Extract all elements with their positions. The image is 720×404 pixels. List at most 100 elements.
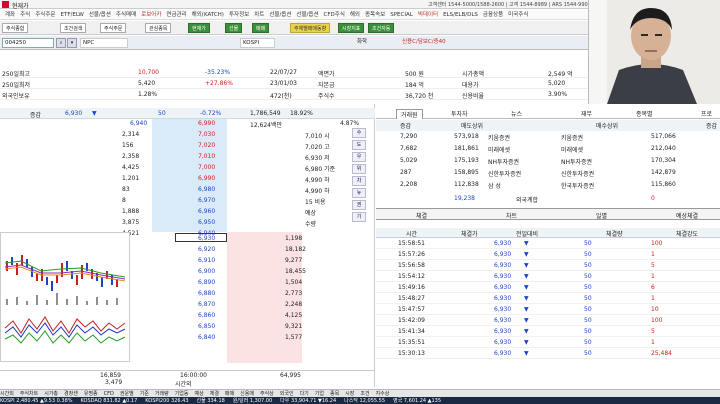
info-b: 1.28%: [138, 91, 158, 98]
stock-code-input[interactable]: 004250: [2, 38, 54, 48]
menu-item[interactable]: 주식매매: [116, 10, 136, 19]
menu-item[interactable]: 로보어카: [141, 10, 161, 19]
side-button[interactable]: 도: [352, 140, 366, 150]
trade-change: 50: [584, 284, 592, 291]
screen-tab[interactable]: 주식차트: [20, 390, 38, 397]
screen-tab[interactable]: 주식상: [260, 390, 274, 397]
menu-item[interactable]: SPECIAL: [390, 10, 413, 19]
screen-tab[interactable]: 매매: [225, 390, 234, 397]
trade-tab-0[interactable]: 체결: [416, 211, 427, 220]
menu-item[interactable]: ELS/ELB/DLS: [443, 10, 478, 19]
side-button[interactable]: 권: [352, 200, 366, 210]
menu-item[interactable]: 선물/옵션: [89, 10, 111, 19]
trade-time: 15:48:27: [398, 295, 425, 302]
ticker-item: 다우 33,904.71 ▼16.24: [280, 398, 337, 404]
screen-tab[interactable]: 시장: [345, 390, 354, 397]
side-button[interactable]: 수: [352, 128, 366, 138]
trade-arrow-icon: ▼: [524, 284, 529, 291]
menu-item[interactable]: 빅데이터: [418, 10, 438, 19]
ask-row[interactable]: 1,201 6,990 4,990 하: [0, 174, 375, 184]
tab-4[interactable]: 종목별: [636, 109, 653, 118]
screen-tab[interactable]: 시간외: [0, 390, 14, 397]
menu-item[interactable]: 계좌: [5, 10, 15, 19]
toolbar-button[interactable]: 주체별매매동향: [290, 23, 331, 33]
menu-item[interactable]: CFD주식: [324, 10, 345, 19]
tab-2[interactable]: 뉴스: [511, 109, 522, 118]
info-e: 액면가: [318, 71, 335, 78]
trade-tab-1[interactable]: 차트: [506, 211, 517, 220]
ask-row[interactable]: 156 7,020 7,020 고: [0, 141, 375, 151]
search-icon[interactable]: ⌕: [56, 38, 66, 48]
toolbar-button[interactable]: 조건자동: [368, 23, 395, 33]
screen-tab[interactable]: 기업: [315, 390, 324, 397]
menu-item[interactable]: 선물/옵션: [269, 10, 291, 19]
screen-tab[interactable]: 권운별: [120, 390, 134, 397]
ask-row[interactable]: 1,888 6,960 예상: [0, 207, 375, 217]
side-button[interactable]: 우: [352, 152, 366, 162]
toolbar-button[interactable]: 주식종합: [2, 23, 29, 33]
screen-tab[interactable]: 유명종: [84, 390, 98, 397]
bid-qty: 1,504: [285, 279, 303, 286]
trade-change: 50: [584, 240, 592, 247]
trade-arrow-icon: ▼: [524, 273, 529, 280]
ask-row[interactable]: 2,358 7,010 6,930 저: [0, 152, 375, 162]
screen-tab[interactable]: 기업동: [175, 390, 189, 397]
trade-arrow-icon: ▼: [524, 328, 529, 335]
buy-broker: 키움증권: [561, 135, 584, 142]
ask-row[interactable]: 83 6,980 4,990 하: [0, 185, 375, 195]
toolbar-button[interactable]: 주식주문: [100, 23, 127, 33]
toolbar-button[interactable]: 선물: [225, 23, 243, 33]
screen-tab[interactable]: 거래량: [155, 390, 169, 397]
trade-tab-3[interactable]: 예상체결: [676, 211, 698, 220]
tab-0[interactable]: 거래원: [396, 109, 423, 119]
mini-chart[interactable]: [0, 232, 130, 362]
screen-tab[interactable]: 시가총: [44, 390, 58, 397]
toolbar-button[interactable]: 매매: [252, 23, 270, 33]
screen-tab[interactable]: 지수상: [376, 390, 390, 397]
screen-tab[interactable]: 조건: [360, 390, 369, 397]
menu-item[interactable]: 종목속보: [365, 10, 385, 19]
menu-item[interactable]: 차트: [254, 10, 264, 19]
side-button[interactable]: 기: [352, 212, 366, 222]
toolbar-button[interactable]: 관심종목: [145, 23, 172, 33]
tab-3[interactable]: 재무: [581, 109, 592, 118]
bottom-screen-tabs: 시간외 주식차트 시가총 경창센 유명종 CFD 권운별 기준 거래량 기업동 예상 체결 매매 신용매 주…: [0, 389, 720, 397]
ask-row[interactable]: 8 6,970 15 비용: [0, 196, 375, 206]
menu-item[interactable]: 미국주식: [508, 10, 528, 19]
tab-1[interactable]: 투자자: [451, 109, 468, 118]
menu-item[interactable]: 주식: [20, 10, 30, 19]
trade-tab-2[interactable]: 일별: [596, 211, 607, 220]
dropdown-icon[interactable]: ▾: [67, 38, 77, 48]
menu-item[interactable]: ETF/ELW: [61, 10, 84, 19]
screen-tab[interactable]: 다기: [300, 390, 309, 397]
screen-tab[interactable]: 경창센: [64, 390, 78, 397]
menu-item[interactable]: 투자정보: [229, 10, 249, 19]
tab-5[interactable]: 프로: [701, 109, 712, 118]
menu-item[interactable]: 해외: [350, 10, 360, 19]
screen-tab[interactable]: 신용매: [240, 390, 254, 397]
trade-price: 6,930: [494, 317, 512, 324]
ask-row[interactable]: 3,875 6,950 수량: [0, 218, 375, 228]
side-button[interactable]: 뉴: [352, 188, 366, 198]
menu-item[interactable]: 주식주문: [35, 10, 55, 19]
ticker-item: 원/달러 1,307.00: [232, 398, 273, 404]
toolbar-button[interactable]: 조건검색: [60, 23, 87, 33]
screen-tab[interactable]: 체결: [210, 390, 219, 397]
webcam-overlay: [588, 0, 720, 104]
screen-tab[interactable]: 예상: [195, 390, 204, 397]
ask-row[interactable]: 2,314 7,030 7,010 시: [0, 130, 375, 140]
side-button[interactable]: 위: [352, 164, 366, 174]
screen-tab[interactable]: 종목: [330, 390, 339, 397]
screen-tab[interactable]: 외국인: [280, 390, 294, 397]
menu-item[interactable]: 금융상품: [483, 10, 503, 19]
toolbar-button[interactable]: 시장지표: [338, 23, 365, 33]
screen-tab[interactable]: 기준: [140, 390, 149, 397]
volume-bars: [6, 293, 118, 305]
ask-row[interactable]: 4,425 7,000 6,980 기준: [0, 163, 375, 173]
screen-tab[interactable]: CFD: [104, 390, 114, 397]
menu-item[interactable]: 선물/옵션: [296, 10, 318, 19]
toolbar-button[interactable]: 현재가: [188, 23, 210, 33]
menu-item[interactable]: 연금관리: [166, 10, 186, 19]
menu-item[interactable]: 해외(KATCH): [192, 10, 224, 19]
side-button[interactable]: 차: [352, 176, 366, 186]
